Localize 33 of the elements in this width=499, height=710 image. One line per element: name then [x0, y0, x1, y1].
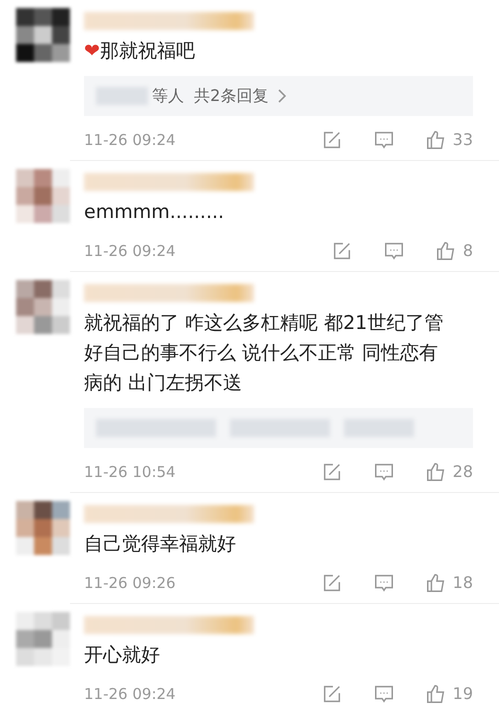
timestamp: 11-26 09:26: [84, 572, 177, 594]
like-icon[interactable]: [424, 461, 447, 483]
timestamp: 11-26 09:24: [84, 240, 177, 262]
like-icon[interactable]: [424, 572, 447, 594]
replies-link[interactable]: 等人 共2条回复: [84, 76, 473, 116]
like-count: 28: [452, 461, 473, 483]
timestamp: 11-26 09:24: [84, 130, 177, 151]
blurred-avatar: [16, 8, 70, 62]
like-icon[interactable]: [434, 240, 457, 262]
comment-text: 自己觉得幸福就好: [84, 532, 236, 557]
like-icon[interactable]: [424, 683, 447, 705]
blurred-avatar: [16, 501, 70, 555]
comment-icon[interactable]: [372, 461, 395, 483]
like-count: 8: [462, 240, 473, 262]
comment-icon[interactable]: [382, 240, 405, 262]
timestamp: 11-26 09:24: [84, 684, 177, 705]
timestamp: 11-26 10:54: [84, 462, 177, 483]
like-icon[interactable]: [424, 129, 447, 151]
comment-text: 就祝福的了 咋这么多杠精呢 都21世纪了管好自己的事不行么 说什么不正常 同性恋有病的 出门左拐不送: [84, 311, 444, 396]
like-count: 18: [452, 572, 473, 594]
comment-text: emmmm.........: [84, 200, 224, 225]
like-count: 19: [452, 683, 473, 705]
comment-text: 开心就好: [84, 643, 160, 668]
comment-text: 那就祝福吧: [100, 39, 195, 64]
heart-emoji: ❤: [84, 39, 100, 64]
comment-icon[interactable]: [372, 129, 395, 151]
blurred-avatar: [16, 280, 70, 334]
chevron-right-icon: [278, 89, 286, 103]
comment-icon[interactable]: [372, 683, 395, 705]
comment-icon[interactable]: [372, 572, 395, 594]
blurred-avatar: [16, 612, 70, 666]
like-count: 33: [452, 129, 473, 151]
blurred-avatar: [16, 169, 70, 223]
